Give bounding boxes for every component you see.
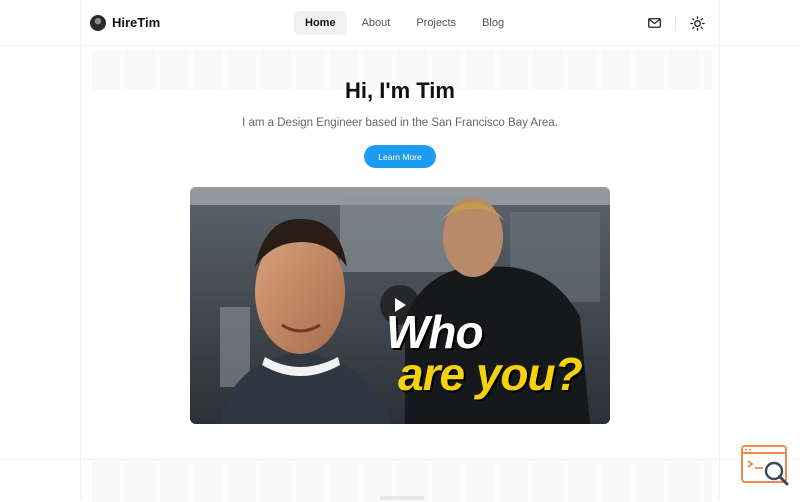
learn-more-button[interactable]: Learn More: [364, 145, 436, 168]
video-overlay-line2: are you?: [398, 348, 583, 400]
floating-search-widget[interactable]: [741, 445, 791, 487]
sun-icon[interactable]: [688, 14, 706, 32]
brand-name: HireTim: [112, 15, 161, 30]
site-header: HireTim Home About Projects Blog: [80, 0, 720, 45]
intro-video[interactable]: Who are you?: [190, 187, 610, 424]
nav-blog[interactable]: Blog: [471, 11, 515, 35]
mail-icon[interactable]: [645, 14, 663, 32]
header-divider: [0, 45, 800, 46]
nav-home[interactable]: Home: [294, 11, 347, 35]
hero-title: Hi, I'm Tim: [345, 78, 455, 103]
hero-subtitle: I am a Design Engineer based in the San …: [242, 117, 558, 129]
avatar: [90, 14, 106, 31]
brand[interactable]: HireTim: [90, 14, 161, 31]
nav-projects[interactable]: Projects: [405, 11, 467, 35]
header-actions: [645, 14, 706, 32]
search-icon: [741, 445, 789, 486]
main-nav: Home About Projects Blog: [294, 11, 515, 35]
header-separator: [675, 16, 676, 30]
scroll-indicator: [380, 496, 424, 500]
footer-divider: [0, 459, 800, 460]
nav-about[interactable]: About: [351, 11, 402, 35]
